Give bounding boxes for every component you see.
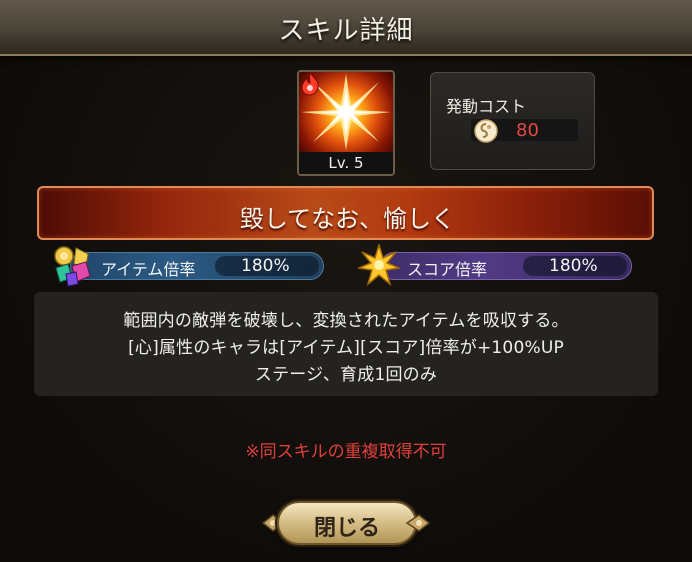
dialog-title: スキル詳細 xyxy=(278,16,414,46)
duplicate-warning: ※同スキルの重複取得不可 xyxy=(245,442,447,462)
score-multiplier-label: スコア倍率 xyxy=(407,260,488,279)
skill-name: 毀してなお、愉しく xyxy=(239,205,456,233)
title-bar: スキル詳細 xyxy=(0,0,692,56)
cost-label: 発動コスト xyxy=(446,97,527,116)
skill-level: Lv. 5 xyxy=(299,152,393,174)
item-multiplier-value: 180% xyxy=(241,256,290,276)
description-line-3: ステージ、育成1回のみ xyxy=(254,365,438,385)
star-burst-icon xyxy=(358,244,400,286)
ornament-right-icon xyxy=(405,514,431,532)
fire-attribute-icon xyxy=(301,72,319,96)
soul-swirl-icon xyxy=(474,119,498,143)
skill-description: 範囲内の敵弾を破壊し、変換されたアイテムを吸収する。 [心]属性のキャラは[アイ… xyxy=(34,292,658,396)
close-button[interactable]: 閉じる xyxy=(277,501,417,545)
cost-panel: 発動コスト 80 xyxy=(430,72,595,170)
skill-name-banner: 毀してなお、愉しく xyxy=(37,186,654,240)
description-line-2: [心]属性のキャラは[アイテム][スコア]倍率が+100%UP xyxy=(128,338,564,358)
score-multiplier-pill: スコア倍率 180% xyxy=(380,252,632,280)
cost-value: 80 xyxy=(516,120,539,141)
burst-star-icon xyxy=(299,72,393,152)
gems-icon xyxy=(54,246,91,287)
score-multiplier-value: 180% xyxy=(549,256,598,276)
skill-icon-frame: Lv. 5 xyxy=(297,70,395,176)
skill-detail-dialog: スキル詳細 Lv. 5 発動コスト 80 毀してなお、愉しく アイテム倍率 18… xyxy=(0,0,692,562)
item-multiplier-label: アイテム倍率 xyxy=(101,260,196,279)
item-multiplier-pill: アイテム倍率 180% xyxy=(70,252,324,280)
description-line-1: 範囲内の敵弾を破壊し、変換されたアイテムを吸収する。 xyxy=(123,311,569,331)
close-button-label: 閉じる xyxy=(313,516,380,541)
